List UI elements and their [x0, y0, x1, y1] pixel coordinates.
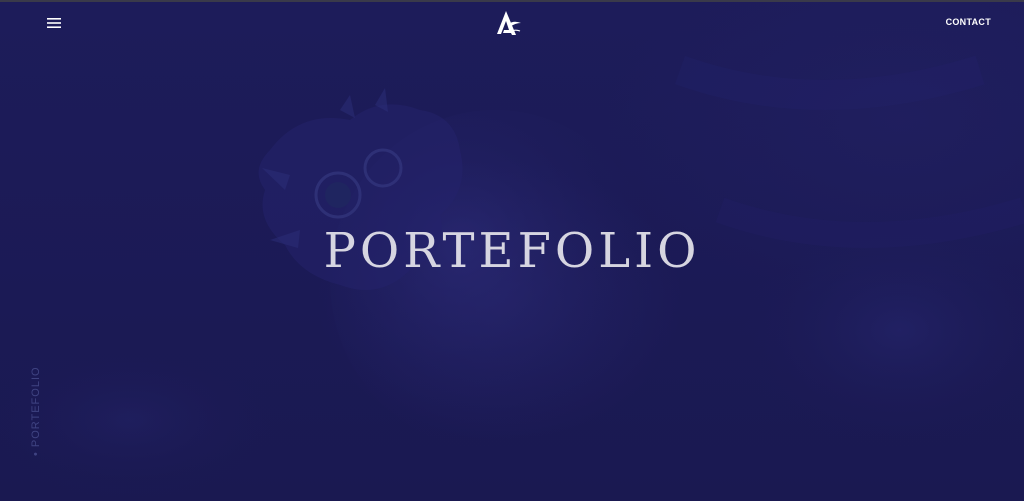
site-logo-icon[interactable] [494, 10, 522, 36]
side-label-bullet: • [30, 451, 42, 456]
hamburger-menu-icon [47, 18, 61, 28]
hero-title: PORTEFOLIO [323, 223, 701, 279]
hamburger-menu-button[interactable] [44, 14, 64, 32]
side-label-text: PORTEFOLIO [30, 366, 42, 448]
portfolio-page: CONTACT PORTEFOLIO • PORTEFOLIO [0, 0, 1024, 501]
window-top-border [0, 0, 1024, 2]
contact-link[interactable]: CONTACT [946, 16, 991, 28]
vertical-section-label: • PORTEFOLIO [29, 366, 43, 456]
